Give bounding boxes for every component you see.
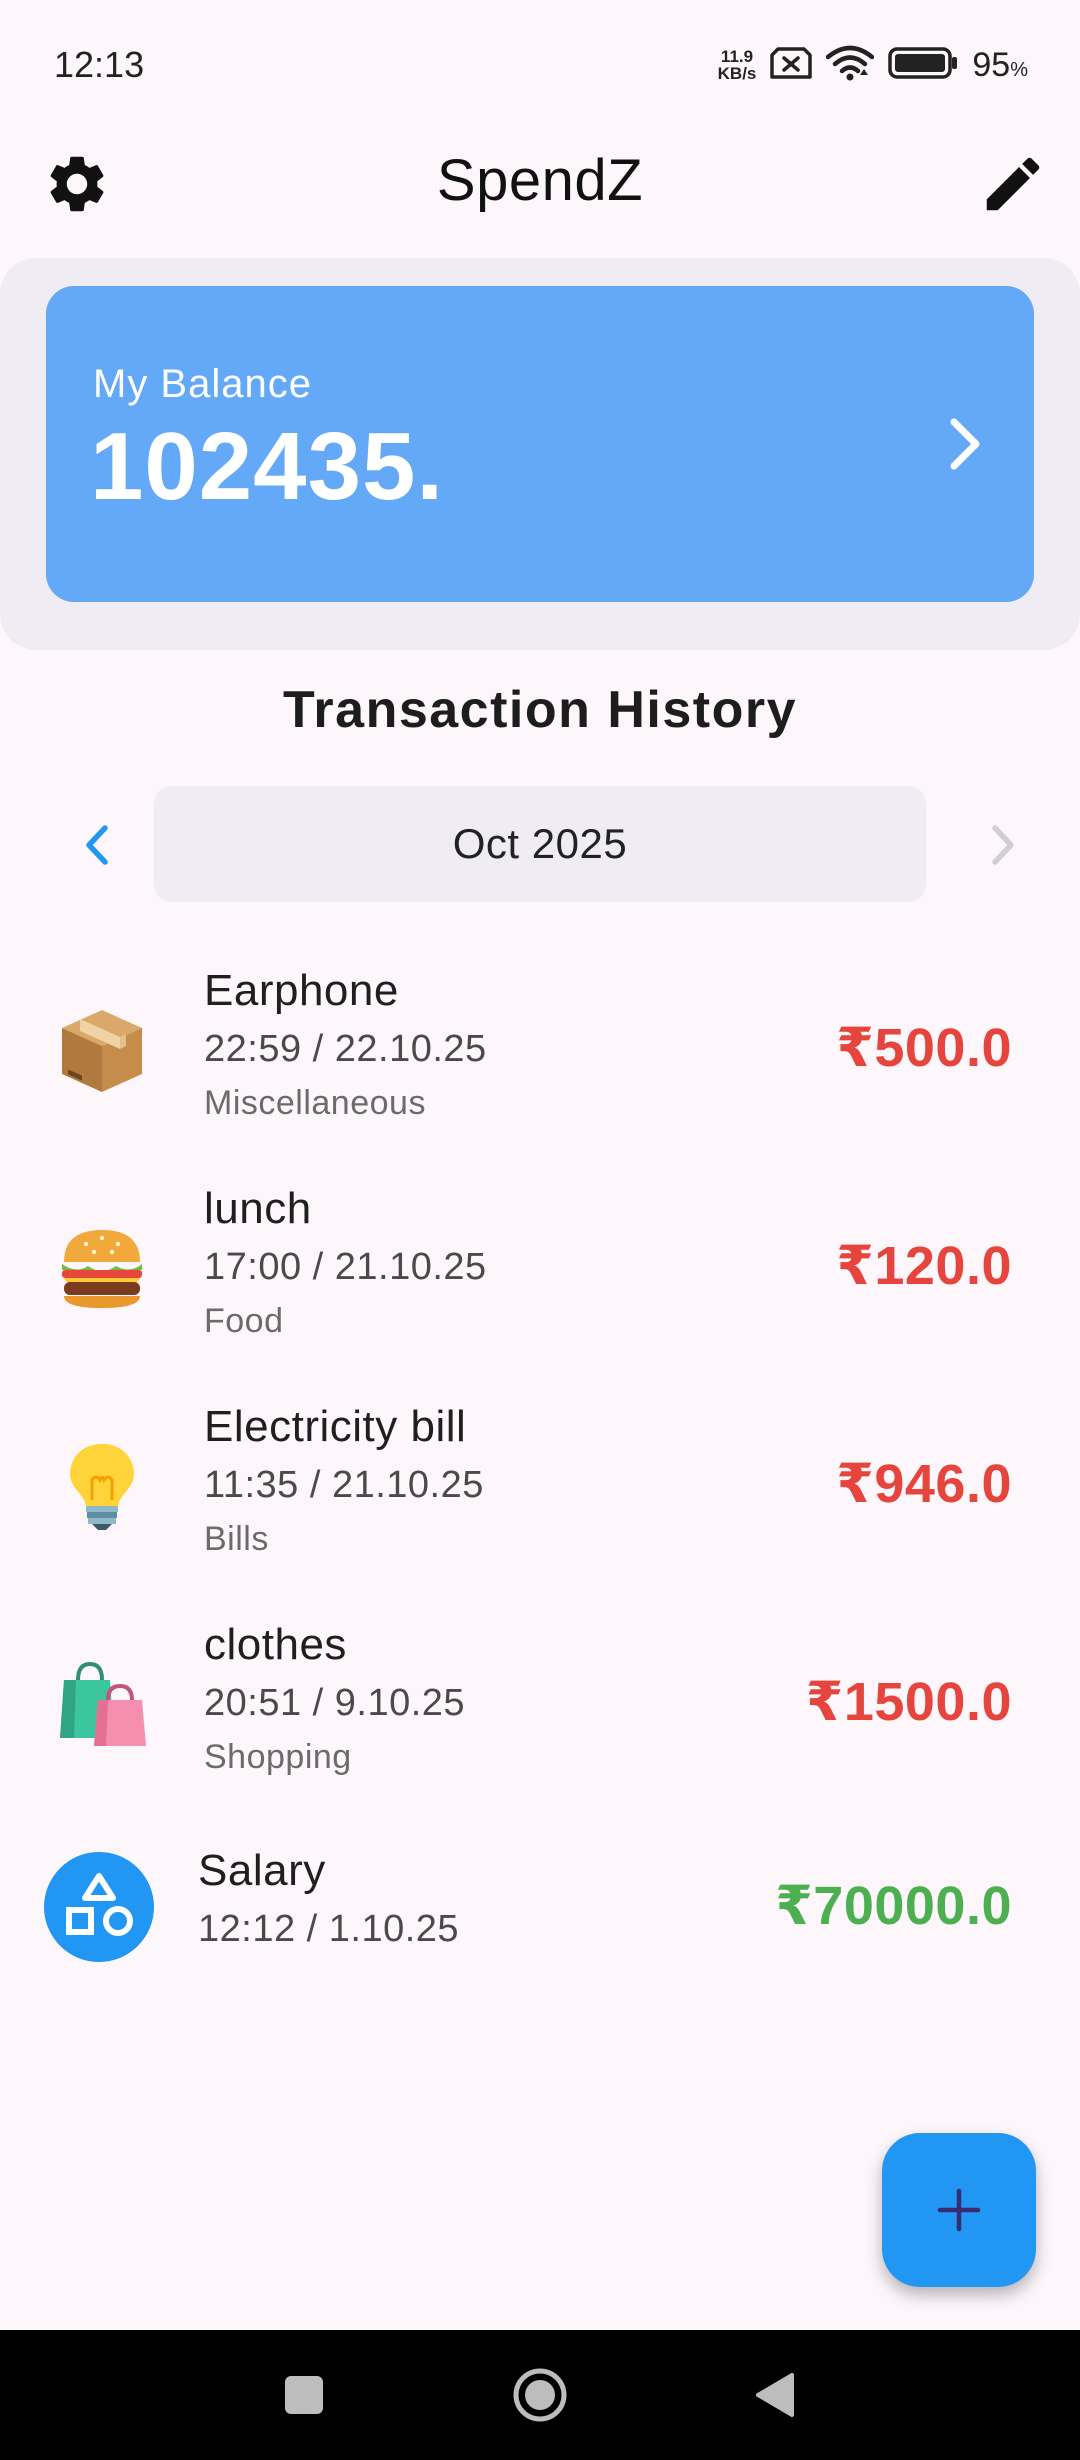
transaction-amount: ₹1500.0 — [805, 1672, 1012, 1732]
plus-icon — [937, 2188, 981, 2232]
transaction-name: clothes — [204, 1620, 347, 1669]
app-title: SpendZ — [436, 147, 644, 213]
transaction-datetime: 20:51 / 9.10.25 — [204, 1682, 466, 1724]
edit-button[interactable] — [976, 147, 1050, 221]
transaction-row[interactable]: lunch 17:00 / 21.10.25 Food ₹120.0 — [0, 1168, 1080, 1368]
status-bar: 12:13 11.9 KB/s 95% — [0, 0, 1080, 130]
balance-value: 102435. — [90, 413, 445, 520]
gear-icon — [50, 156, 104, 212]
transaction-datetime: 22:59 / 22.10.25 — [204, 1028, 487, 1070]
transaction-amount: ₹946.0 — [836, 1454, 1012, 1514]
transaction-category: Bills — [204, 1520, 269, 1558]
battery-percent: 95% — [972, 46, 1028, 85]
month-selector: Oct 2025 — [0, 786, 1080, 902]
system-nav-bar — [0, 2330, 1080, 2460]
recents-button[interactable] — [276, 2367, 332, 2423]
previous-month-button[interactable] — [72, 820, 122, 870]
transaction-name: Earphone — [204, 966, 399, 1015]
transaction-name: lunch — [204, 1184, 312, 1233]
month-label[interactable]: Oct 2025 — [154, 786, 926, 902]
balance-card[interactable]: My Balance 102435. — [46, 286, 1034, 602]
status-indicators: 11.9 KB/s 95% — [718, 45, 1028, 86]
chevron-right-icon — [992, 825, 1014, 865]
home-button[interactable] — [512, 2367, 568, 2423]
shapes-icon — [44, 1852, 154, 1962]
chevron-right-icon — [950, 418, 980, 470]
transaction-amount: ₹500.0 — [836, 1018, 1012, 1078]
balance-label: My Balance — [93, 362, 312, 406]
battery-percent-value: 95 — [972, 45, 1011, 84]
transaction-name: Salary — [198, 1846, 326, 1895]
transaction-row[interactable]: Electricity bill 11:35 / 21.10.25 Bills … — [0, 1386, 1080, 1586]
transaction-datetime: 17:00 / 21.10.25 — [204, 1246, 487, 1288]
network-speed-value: 11.9 — [720, 47, 754, 66]
lightbulb-icon — [50, 1434, 154, 1538]
network-speed: 11.9 KB/s — [718, 48, 757, 82]
back-icon — [756, 2373, 794, 2417]
battery-percent-symbol: % — [1010, 58, 1028, 81]
add-transaction-button[interactable] — [882, 2133, 1036, 2287]
no-sim-icon — [770, 46, 813, 85]
chevron-left-icon — [86, 825, 108, 865]
status-time: 12:13 — [54, 44, 145, 85]
network-speed-unit: KB/s — [717, 64, 757, 83]
transaction-datetime: 11:35 / 21.10.25 — [204, 1464, 484, 1506]
transaction-row[interactable]: clothes 20:51 / 9.10.25 Shopping ₹1500.0 — [0, 1604, 1080, 1804]
transaction-row[interactable]: Salary 12:12 / 1.10.25 ₹70000.0 — [0, 1822, 1080, 2022]
wifi-icon — [826, 45, 875, 86]
shopping-bags-icon — [50, 1652, 154, 1756]
battery-icon — [888, 46, 958, 85]
next-month-button[interactable] — [978, 820, 1028, 870]
package-icon — [50, 998, 154, 1102]
transaction-row[interactable]: Earphone 22:59 / 22.10.25 Miscellaneous … — [0, 950, 1080, 1150]
back-button[interactable] — [746, 2367, 802, 2423]
transaction-amount: ₹120.0 — [836, 1236, 1012, 1296]
settings-button[interactable] — [40, 147, 114, 221]
app-bar: SpendZ — [0, 130, 1080, 230]
pencil-icon — [986, 157, 1040, 211]
transaction-name: Electricity bill — [204, 1402, 467, 1451]
transaction-category: Food — [204, 1302, 284, 1340]
transaction-history-title: Transaction History — [283, 681, 797, 739]
balance-panel: My Balance 102435. — [0, 258, 1080, 650]
transaction-category: Miscellaneous — [204, 1084, 426, 1122]
transaction-datetime: 12:12 / 1.10.25 — [198, 1908, 460, 1950]
recents-icon — [285, 2376, 323, 2414]
burger-icon — [50, 1216, 154, 1320]
transaction-category: Shopping — [204, 1738, 352, 1776]
home-icon — [513, 2368, 567, 2422]
transaction-amount: ₹70000.0 — [775, 1876, 1012, 1936]
